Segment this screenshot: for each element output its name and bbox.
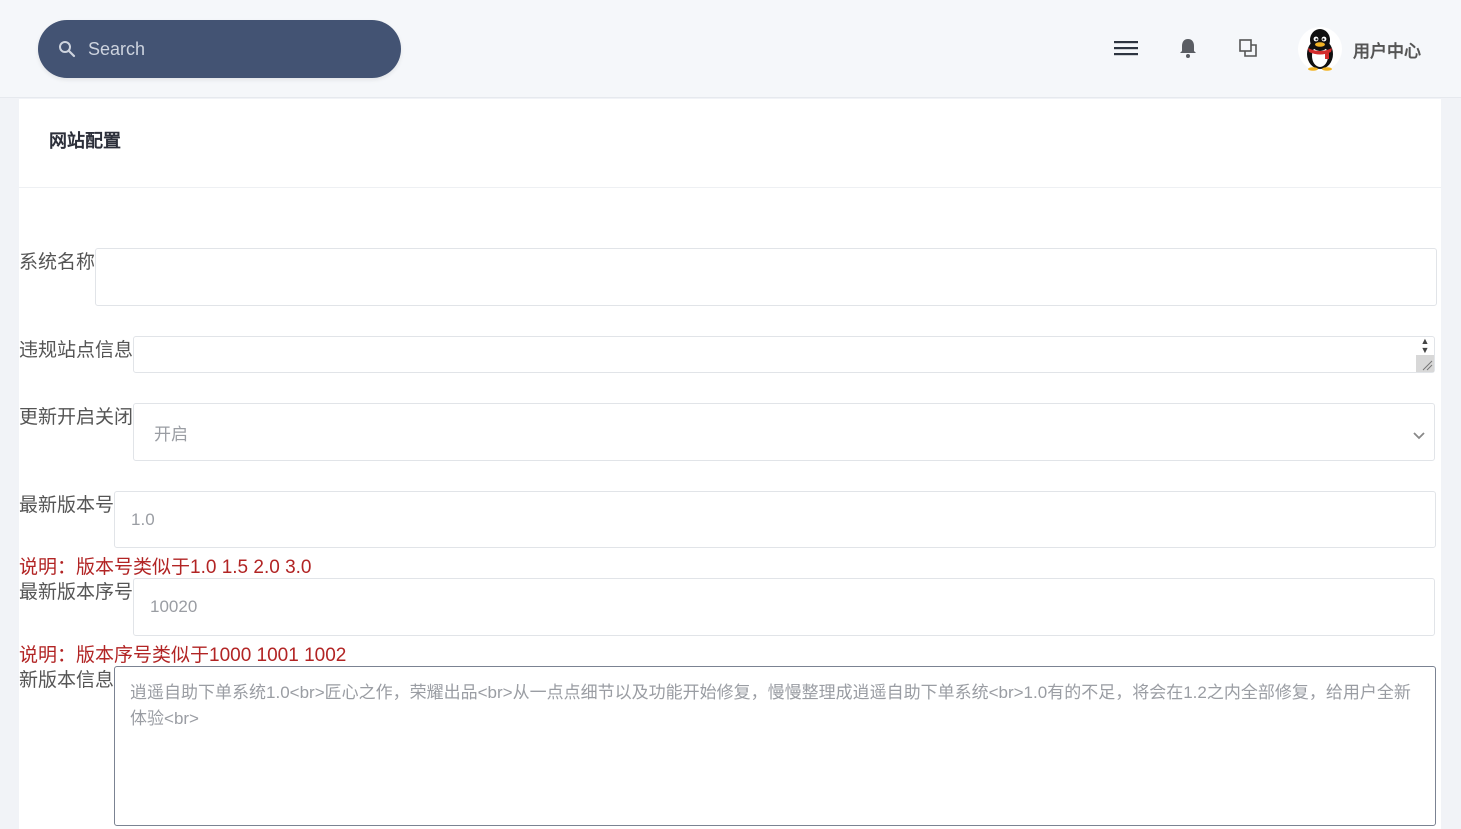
system-name-input[interactable] <box>95 248 1438 306</box>
form-row-latest-version-seq: 最新版本序号 10020 <box>19 578 1436 636</box>
update-toggle-select[interactable]: 开启 <box>133 403 1436 461</box>
violation-info-textarea[interactable]: ▲ ▼ <box>133 336 1436 373</box>
search-input[interactable] <box>88 20 388 78</box>
card-title: 网站配置 <box>49 131 121 151</box>
avatar <box>1298 27 1342 71</box>
top-navbar: 用户中心 <box>0 0 1461 98</box>
new-version-info-textarea[interactable]: 逍遥自助下单系统1.0<br>匠心之作，荣耀出品<br>从一点点细节以及功能开始… <box>114 666 1437 826</box>
latest-version-seq-value: 10020 <box>150 597 198 616</box>
menu-icon[interactable] <box>1112 34 1140 62</box>
violation-info-label: 违规站点信息 <box>19 340 134 361</box>
latest-version-input[interactable]: 1.0 <box>114 491 1437 548</box>
latest-version-seq-input[interactable]: 10020 <box>133 578 1436 636</box>
latest-version-label: 最新版本号 <box>19 495 115 516</box>
penguin-icon <box>1307 29 1333 71</box>
window-icon[interactable] <box>1234 34 1262 62</box>
update-toggle-label: 更新开启关闭 <box>19 407 134 428</box>
latest-version-hint: 说明：版本号类似于1.0 1.5 2.0 3.0 <box>19 557 312 578</box>
user-center-label: 用户中心 <box>1353 41 1421 61</box>
user-center[interactable]: 用户中心 <box>1298 24 1421 74</box>
latest-version-value: 1.0 <box>131 509 155 529</box>
form-row-system-name: 系统名称 <box>19 248 1438 306</box>
textarea-resize-control[interactable]: ▲ ▼ <box>1416 337 1435 372</box>
settings-card: 网站配置 系统名称 违规站点信息 ▲▼ 更新开启关闭 开启 最新版本号 1.0 <box>19 99 1441 829</box>
new-version-info-label: 新版本信息 <box>19 670 115 691</box>
update-toggle-selected: 开启 <box>154 424 189 444</box>
search-icon <box>58 40 76 58</box>
latest-version-seq-hint: 说明：版本序号类似于1000 1001 1002 <box>19 645 347 666</box>
spinner-arrows-icon[interactable]: ▲ ▼ <box>1421 337 1430 355</box>
form-row-latest-version: 最新版本号 1.0 <box>19 491 1437 548</box>
latest-version-seq-label: 最新版本序号 <box>19 582 134 603</box>
form-row-violation-info: 违规站点信息 ▲ ▼ <box>19 336 1436 373</box>
card-header: 网站配置 <box>19 99 1441 188</box>
search-box[interactable] <box>38 20 401 78</box>
system-name-label: 系统名称 <box>19 252 96 273</box>
form-row-new-version-info: 新版本信息 逍遥自助下单系统1.0<br>匠心之作，荣耀出品<br>从一点点细节… <box>19 666 1437 826</box>
chevron-down-icon <box>1412 426 1426 446</box>
resize-grip-icon[interactable] <box>1416 355 1435 372</box>
form-row-update-toggle: 更新开启关闭 开启 <box>19 403 1436 461</box>
bell-icon[interactable] <box>1174 34 1202 62</box>
